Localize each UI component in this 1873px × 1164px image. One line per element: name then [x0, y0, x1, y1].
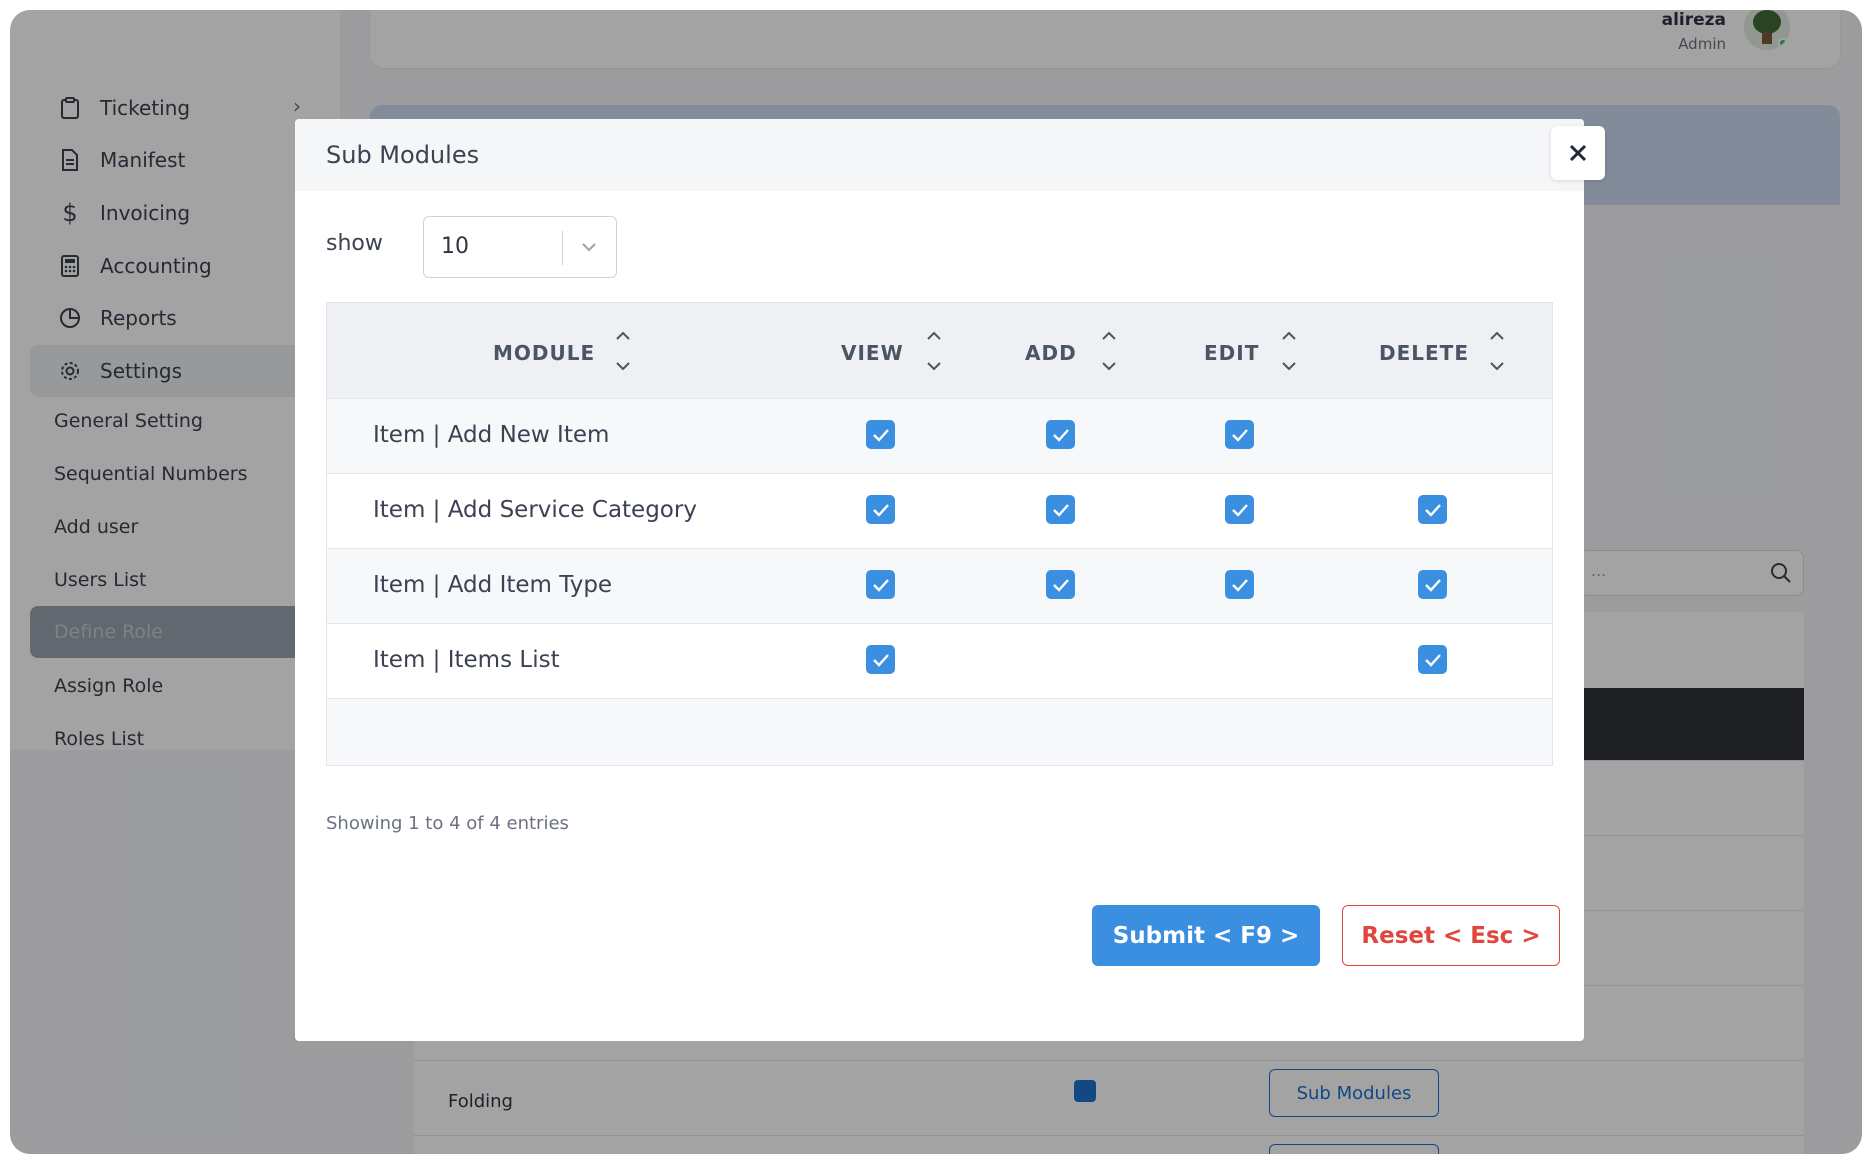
table-row: Item | Items List: [327, 624, 1552, 699]
check-icon: [1424, 578, 1441, 592]
edit-checkbox[interactable]: [1225, 495, 1254, 524]
table-header: MODULE VIEW ADD EDIT DELETE: [327, 303, 1552, 399]
delete-checkbox[interactable]: [1418, 645, 1447, 674]
column-header-view[interactable]: VIEW: [841, 341, 904, 365]
check-icon: [1052, 503, 1069, 517]
page-size-select[interactable]: 10: [423, 216, 617, 278]
close-button[interactable]: [1551, 126, 1605, 180]
table-footer: [327, 699, 1552, 765]
column-header-delete[interactable]: DELETE: [1379, 341, 1469, 365]
modal-title: Sub Modules: [326, 141, 480, 169]
view-checkbox[interactable]: [866, 495, 895, 524]
column-header-add[interactable]: ADD: [1025, 341, 1077, 365]
sort-icon[interactable]: [925, 328, 943, 374]
add-checkbox[interactable]: [1046, 570, 1075, 599]
edit-checkbox[interactable]: [1225, 420, 1254, 449]
page-size-value: 10: [441, 234, 469, 259]
check-icon: [872, 653, 889, 667]
table-row: Item | Add Item Type: [327, 549, 1552, 624]
entries-info: Showing 1 to 4 of 4 entries: [326, 813, 569, 834]
sort-icon[interactable]: [614, 328, 632, 374]
table-row: Item | Add Service Category: [327, 474, 1552, 549]
check-icon: [872, 428, 889, 442]
delete-checkbox[interactable]: [1418, 495, 1447, 524]
check-icon: [872, 578, 889, 592]
module-name: Item | Add New Item: [373, 422, 610, 448]
check-icon: [1424, 503, 1441, 517]
select-divider: [562, 231, 563, 265]
modal-header: Sub Modules: [295, 119, 1584, 191]
column-header-edit[interactable]: EDIT: [1204, 341, 1259, 365]
add-checkbox[interactable]: [1046, 495, 1075, 524]
check-icon: [872, 503, 889, 517]
table-row: Item | Add New Item: [327, 399, 1552, 474]
sort-icon[interactable]: [1488, 328, 1506, 374]
check-icon: [1424, 653, 1441, 667]
sub-modules-table: MODULE VIEW ADD EDIT DELETE Item | Add N…: [326, 302, 1553, 766]
view-checkbox[interactable]: [866, 420, 895, 449]
delete-checkbox[interactable]: [1418, 570, 1447, 599]
edit-checkbox[interactable]: [1225, 570, 1254, 599]
module-name: Item | Items List: [373, 647, 560, 673]
check-icon: [1231, 578, 1248, 592]
app-window: Ticketing › Manifest $ Invoicing Account…: [10, 10, 1862, 1154]
module-name: Item | Add Item Type: [373, 572, 613, 598]
submit-button[interactable]: Submit < F9 >: [1092, 905, 1320, 966]
view-checkbox[interactable]: [866, 570, 895, 599]
check-icon: [1231, 503, 1248, 517]
chevron-down-icon[interactable]: [579, 237, 599, 261]
sort-icon[interactable]: [1100, 328, 1118, 374]
add-checkbox[interactable]: [1046, 420, 1075, 449]
check-icon: [1052, 578, 1069, 592]
column-header-module[interactable]: MODULE: [493, 341, 595, 365]
reset-button[interactable]: Reset < Esc >: [1342, 905, 1560, 966]
sub-modules-modal: Sub Modules show 10 MODULE VIEW ADD EDIT…: [295, 119, 1584, 1041]
check-icon: [1052, 428, 1069, 442]
close-icon: [1569, 144, 1587, 162]
show-label: show: [326, 231, 383, 256]
module-name: Item | Add Service Category: [373, 497, 697, 523]
view-checkbox[interactable]: [866, 645, 895, 674]
sort-icon[interactable]: [1280, 328, 1298, 374]
check-icon: [1231, 428, 1248, 442]
